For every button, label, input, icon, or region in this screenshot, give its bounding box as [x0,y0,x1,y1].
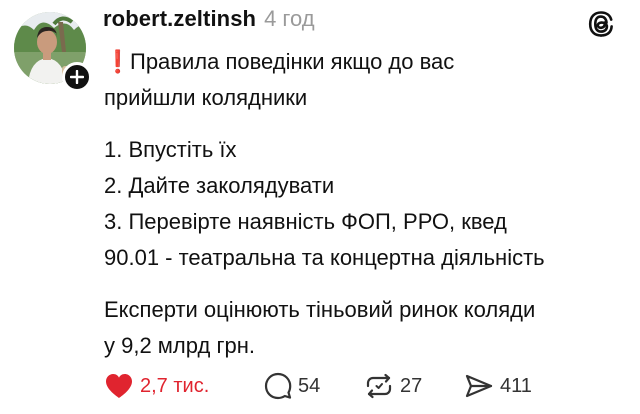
like-button[interactable]: 2,7 тис. [104,372,264,400]
exclamation-icon: ❗ [104,49,132,74]
repost-icon [366,373,392,399]
threads-logo-icon[interactable] [586,9,616,39]
share-send-icon [465,374,493,398]
repost-count: 27 [400,374,423,397]
like-count: 2,7 тис. [140,374,210,397]
post-text: 90.01 - театральна та концертна діяльніс… [104,245,545,270]
comment-bubble-icon [264,372,292,400]
post-text: у 9,2 млрд грн. [104,333,255,358]
post-text: 2. Дайте заколядувати [104,173,335,198]
action-bar: 2,7 тис. 54 27 411 [104,368,554,404]
author-username[interactable]: robert.zeltinsh [103,6,256,32]
comment-button[interactable]: 54 [264,372,364,400]
comment-count: 54 [298,374,321,397]
post-body: ❗Правила поведінки якщо до вас прийшли к… [104,44,624,364]
post-timestamp: 4 год [264,6,315,31]
post-line: ❗Правила поведінки якщо до вас [104,44,624,80]
follow-button[interactable] [62,62,92,92]
repost-button[interactable]: 27 [364,372,464,400]
post-text: 1. Впустіть їх [104,137,237,162]
post-text: 3. Перевірте наявність ФОП, РРО, квед [104,209,507,234]
post-header: robert.zeltinsh 4 год [103,6,315,38]
share-button[interactable]: 411 [464,372,554,400]
threads-post: robert.zeltinsh 4 год ❗Правила поведінки… [0,0,640,414]
post-text: Правила поведінки якщо до вас [130,49,455,74]
post-text: Експерти оцінюють тіньовий ринок коляди [104,297,536,322]
post-text: прийшли колядники [104,85,308,110]
avatar-container [14,12,92,92]
plus-icon [70,70,84,84]
heart-icon [106,374,132,398]
share-count: 411 [500,374,532,397]
